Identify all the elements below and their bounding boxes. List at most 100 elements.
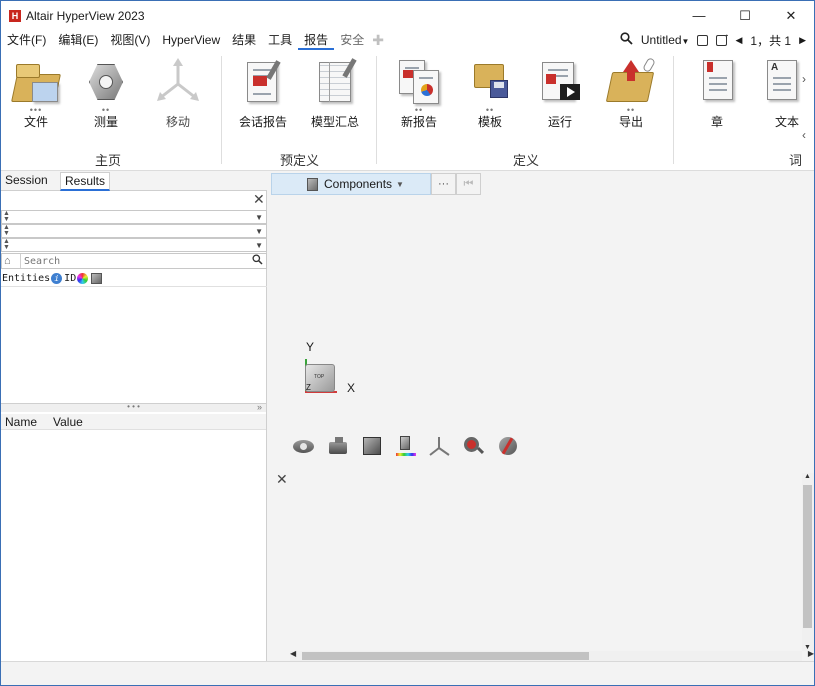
panel-splitter[interactable]: • • • » [1, 402, 266, 412]
entity-tree[interactable] [1, 288, 266, 404]
spinner-icon[interactable]: ▲ ▼ [3, 210, 10, 223]
spinner-icon[interactable]: ▲ ▼ [3, 238, 10, 251]
tool-move-label: 移动 [165, 115, 190, 129]
section-cut-icon[interactable] [496, 435, 519, 457]
tool-measure[interactable]: •• 测量 [74, 56, 138, 130]
menu-view[interactable]: 视图(V) [104, 30, 156, 50]
entity-selector-dropdown[interactable]: Components ▼ [271, 173, 431, 195]
scroll-left-icon[interactable]: ◀ [290, 649, 296, 658]
chevron-down-icon[interactable]: ▼ [255, 239, 263, 252]
title-bar: H Altair HyperView 2023 — ☐ ✕ [1, 1, 814, 30]
id-column-label[interactable]: ID [64, 273, 76, 284]
session-report-icon [237, 56, 289, 106]
result-combo-1[interactable]: ▲ ▼ ▼ [1, 210, 267, 224]
model-summary-icon [309, 56, 361, 106]
spinner-icon[interactable]: ▲ ▼ [3, 224, 10, 237]
status-bar [1, 661, 814, 685]
menu-right-controls: Untitled▼ ◔ ◀ 1，共 1 ▶ [620, 30, 806, 50]
tool-text[interactable]: A 文本 [755, 56, 801, 130]
search-icon[interactable] [252, 254, 263, 270]
add-ribbon-icon[interactable]: ✚ [372, 32, 384, 49]
view-toolbar [292, 435, 519, 457]
document-name-dropdown[interactable]: Untitled▼ [641, 33, 690, 47]
scroll-up-icon[interactable]: ▲ [804, 473, 811, 480]
tool-run-label: 运行 [547, 115, 572, 129]
name-column-header[interactable]: Name [5, 415, 37, 429]
menu-report[interactable]: 报告 [298, 30, 335, 50]
tool-new-report[interactable]: •• 新报告 [387, 56, 451, 130]
prev-page-icon[interactable]: ◀ [735, 35, 742, 46]
menu-safety[interactable]: 安全 [334, 30, 370, 50]
value-column-header[interactable]: Value [53, 415, 83, 429]
search-input[interactable] [20, 254, 250, 268]
tab-results[interactable]: Results [60, 172, 111, 191]
ribbon-scroll-left-icon[interactable]: ‹ [802, 128, 812, 142]
window-title: Altair HyperView 2023 [26, 8, 145, 23]
menu-file[interactable]: 文件(F) [1, 30, 52, 50]
tool-file[interactable]: ••• 文件 [4, 56, 68, 130]
expand-down-icon[interactable]: » [257, 403, 262, 412]
tool-more-dots [528, 106, 592, 114]
chevron-down-icon[interactable]: ▼ [255, 211, 263, 224]
tool-more-dots: •• [485, 105, 495, 115]
result-combo-3[interactable]: ▲ ▼ ▼ [1, 238, 267, 252]
horizontal-scroll-thumb[interactable] [302, 652, 589, 660]
next-page-icon[interactable]: ▶ [799, 35, 806, 46]
axis-y-label: Y [306, 340, 315, 354]
tool-more-dots [755, 106, 801, 114]
chevron-down-icon[interactable]: ▼ [255, 225, 263, 238]
drag-handle-icon[interactable]: • • • [127, 402, 140, 411]
triad-axes-icon[interactable] [428, 435, 451, 457]
solid-cube-icon[interactable] [360, 435, 383, 457]
chevron-down-icon: ▼ [681, 37, 690, 46]
tool-run[interactable]: 运行 [528, 56, 592, 130]
entity-columns-header: Entities i ID [1, 271, 267, 287]
template-folder-disk-icon [464, 56, 516, 106]
more-options-button[interactable]: ··· [431, 173, 456, 195]
contour-legend-icon[interactable] [394, 435, 417, 457]
minimize-button[interactable]: — [676, 1, 722, 30]
component-cube-icon[interactable] [91, 273, 103, 284]
info-icon[interactable]: i [51, 273, 63, 284]
menu-tools[interactable]: 工具 [262, 30, 298, 50]
menu-edit[interactable]: 编辑(E) [52, 30, 104, 50]
page-window-icon[interactable] [697, 34, 709, 46]
page-indicator: 1，共 1 [750, 33, 792, 48]
vertical-scrollbar[interactable]: ▲ ▼ [802, 473, 814, 651]
vertical-scroll-thumb[interactable] [803, 485, 812, 628]
maximize-button[interactable]: ☐ [722, 1, 768, 30]
close-icon[interactable]: ✕ [253, 191, 265, 208]
tool-session-report[interactable]: 会话报告 [231, 56, 295, 130]
tab-session[interactable]: Session [1, 172, 52, 191]
tool-model-summary[interactable]: 模型汇总 [303, 56, 367, 130]
camera-icon[interactable] [326, 435, 349, 457]
page-add-icon[interactable]: ◔ [716, 33, 728, 46]
home-icon[interactable]: ⌂ [4, 254, 11, 269]
scroll-right-icon[interactable]: ▶ [808, 649, 814, 658]
close-button[interactable]: ✕ [768, 1, 814, 30]
component-icon [307, 177, 318, 191]
tool-template[interactable]: •• 模板 [458, 56, 522, 130]
graphics-window[interactable]: Components ▼ ··· ⏮ Y TOP X Z ✕ ▲ ▼ ◀ ▶ [268, 171, 814, 661]
visibility-eye-icon[interactable] [292, 435, 315, 457]
result-combo-2[interactable]: ▲ ▼ ▼ [1, 224, 267, 238]
tool-export[interactable]: •• 导出 [599, 56, 663, 130]
menu-results[interactable]: 结果 [226, 30, 262, 50]
first-frame-icon[interactable]: ⏮ [456, 173, 481, 195]
tool-text-label: 文本 [774, 115, 799, 129]
view-cube-face-label: TOP [314, 374, 325, 380]
menu-hyperview[interactable]: HyperView [156, 30, 226, 50]
tool-chapter-label: 章 [710, 115, 723, 129]
search-icon[interactable] [620, 32, 633, 48]
tool-chapter[interactable]: 章 [685, 56, 749, 130]
ribbon-scroll-right-icon[interactable]: › [802, 72, 812, 86]
tool-file-label: 文件 [23, 115, 48, 129]
entities-column-label[interactable]: Entities [2, 273, 50, 284]
tool-move[interactable]: 移动 [146, 56, 210, 130]
color-wheel-icon[interactable] [77, 273, 89, 284]
close-icon[interactable]: ✕ [276, 471, 288, 488]
horizontal-scrollbar[interactable]: ◀ ▶ [290, 649, 814, 661]
group-label-partial: 词 [789, 153, 803, 168]
tool-more-dots [231, 106, 295, 114]
zoom-search-icon[interactable] [462, 435, 485, 457]
